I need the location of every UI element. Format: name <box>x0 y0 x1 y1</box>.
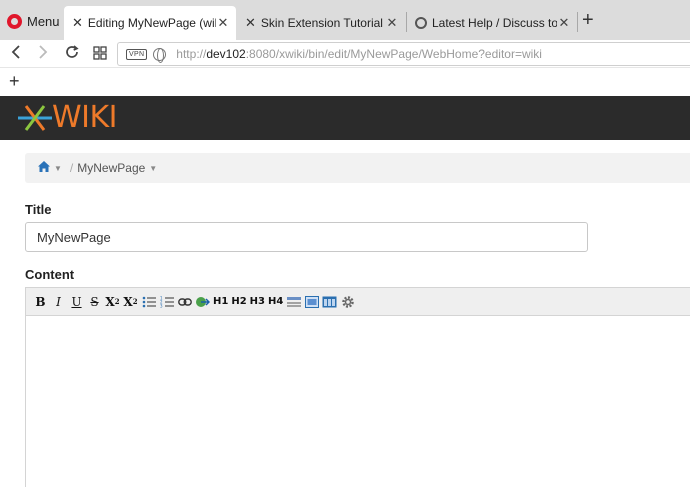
discourse-icon <box>415 17 427 29</box>
globe-icon[interactable] <box>153 47 167 63</box>
tab-close-icon[interactable]: ✕ <box>557 15 571 31</box>
title-input[interactable] <box>25 222 588 252</box>
table-icon[interactable] <box>322 293 337 311</box>
tab-close-icon[interactable]: ✕ <box>216 15 230 31</box>
superscript-mark: 2 <box>132 297 138 306</box>
reload-icon[interactable] <box>64 44 80 65</box>
forward-icon[interactable] <box>37 44 49 65</box>
heading-4-button[interactable]: H4 <box>268 293 283 311</box>
url-protocol: http:// <box>176 47 207 61</box>
xwiki-x-icon: ✕ <box>245 15 256 30</box>
tab-separator <box>577 12 578 32</box>
back-icon[interactable] <box>10 44 22 65</box>
tab-latest-help[interactable]: Latest Help / Discuss topic ✕ <box>407 6 577 40</box>
xwiki-logo-mark-icon[interactable] <box>18 102 52 139</box>
home-icon[interactable] <box>38 161 50 175</box>
subscript-mark: 2 <box>114 297 120 306</box>
subscript-base: X <box>105 294 115 309</box>
ordered-list-icon[interactable]: 123 <box>159 293 174 311</box>
tab-close-icon[interactable]: ✕ <box>385 15 399 31</box>
speed-dial-grid-icon[interactable] <box>93 44 107 65</box>
subscript-button[interactable]: X2 <box>105 293 120 311</box>
italic-button[interactable]: I <box>51 293 66 311</box>
breadcrumb-separator: / <box>69 161 74 175</box>
content-editor: B I U S X2 X2 123 H1 H2 H3 H4 <box>25 287 690 487</box>
heading-3-button[interactable]: H3 <box>250 293 265 311</box>
url-path: :8080/xwiki/bin/edit/MyNewPage/WebHome?e… <box>245 47 542 61</box>
bold-button[interactable]: B <box>33 293 48 311</box>
superscript-base: X <box>123 294 133 309</box>
xwiki-x-icon: ✕ <box>72 15 83 30</box>
url-host: dev102 <box>206 47 246 61</box>
tab-title: Latest Help / Discuss topic <box>432 16 557 30</box>
unordered-list-icon[interactable] <box>141 293 156 311</box>
gear-icon[interactable] <box>340 293 355 311</box>
caret-down-icon[interactable]: ▼ <box>54 164 62 173</box>
tab-title: Skin Extension Tutorial (XW <box>260 16 385 30</box>
xwiki-header: WIKI <box>0 96 690 140</box>
image-icon[interactable] <box>304 293 319 311</box>
tab-editing-mynewpage[interactable]: ✕ Editing MyNewPage (wiki ✕ <box>64 6 236 40</box>
external-link-icon[interactable] <box>195 293 210 311</box>
url-field[interactable]: VPN http://dev102:8080/xwiki/bin/edit/My… <box>117 42 690 66</box>
add-bookmark-plus-icon[interactable]: + <box>9 71 20 92</box>
tab-skin-extension-tutorial[interactable]: ✕ Skin Extension Tutorial (XW ✕ <box>237 6 405 40</box>
heading-1-button[interactable]: H1 <box>213 293 228 311</box>
vpn-badge[interactable]: VPN <box>126 48 148 60</box>
menu-label: Menu <box>27 13 60 29</box>
caret-down-icon[interactable]: ▼ <box>149 164 157 173</box>
svg-text:3: 3 <box>160 303 163 308</box>
title-label: Title <box>25 202 52 217</box>
heading-2-button[interactable]: H2 <box>231 293 246 311</box>
opera-logo-icon <box>7 13 22 29</box>
xwiki-logo-text[interactable]: WIKI <box>52 100 118 135</box>
strikethrough-button[interactable]: S <box>87 293 102 311</box>
bookmarks-bar: + <box>0 69 690 95</box>
horizontal-rule-icon[interactable] <box>286 293 301 311</box>
underline-button[interactable]: U <box>69 293 84 311</box>
superscript-button[interactable]: X2 <box>123 293 138 311</box>
breadcrumb: ▼ / MyNewPage ▼ <box>25 153 690 183</box>
link-icon[interactable] <box>177 293 192 311</box>
breadcrumb-page[interactable]: MyNewPage <box>77 161 145 175</box>
new-tab-plus-icon[interactable]: + <box>582 10 594 30</box>
tab-title: Editing MyNewPage (wiki <box>87 16 216 30</box>
browser-tab-bar: Menu ✕ Editing MyNewPage (wiki ✕ ✕ Skin … <box>0 0 690 40</box>
content-textarea[interactable] <box>26 316 690 487</box>
editor-toolbar: B I U S X2 X2 123 H1 H2 H3 H4 <box>26 288 690 316</box>
opera-menu-button[interactable]: Menu <box>0 6 62 36</box>
address-bar-row: VPN http://dev102:8080/xwiki/bin/edit/My… <box>0 40 690 68</box>
content-label: Content <box>25 267 75 282</box>
